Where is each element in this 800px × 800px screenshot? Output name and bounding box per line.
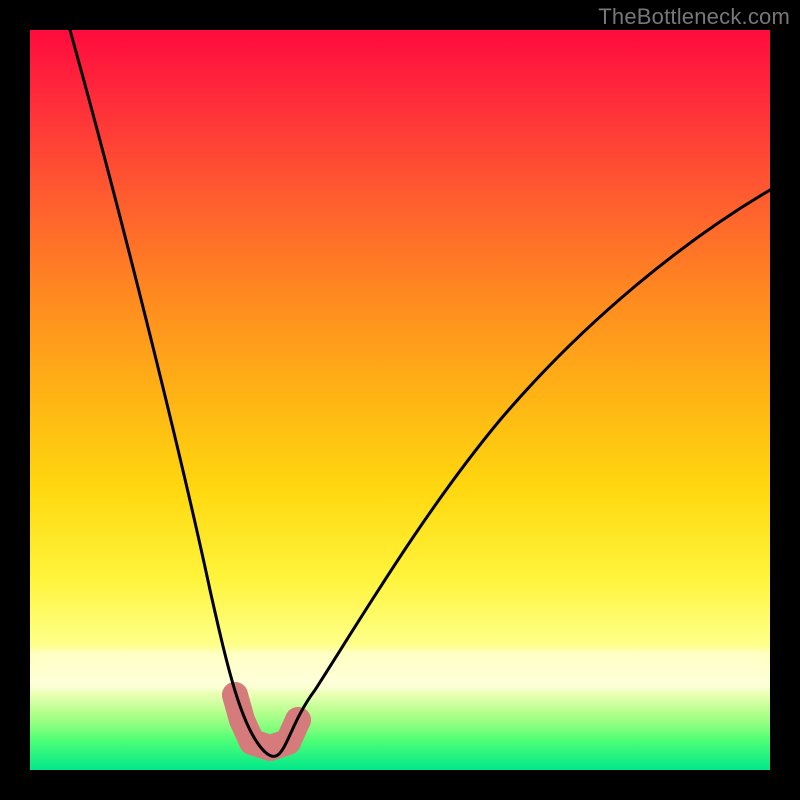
bottleneck-curve (70, 30, 770, 756)
watermark-text: TheBottleneck.com (598, 4, 790, 30)
chart-svg (30, 30, 770, 770)
plot-area (30, 30, 770, 770)
